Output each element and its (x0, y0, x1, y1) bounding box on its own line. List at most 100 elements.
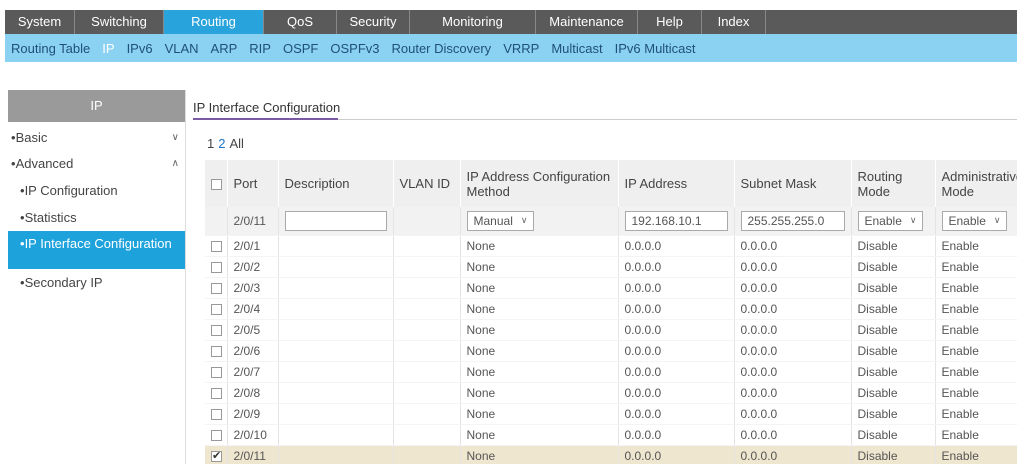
topnav-system[interactable]: System (5, 10, 75, 34)
row-checkbox[interactable] (211, 303, 222, 315)
subnav-ospfv3[interactable]: OSPFv3 (324, 41, 385, 56)
table-row[interactable]: 2/0/5 None 0.0.0.0 0.0.0.0 Disable Enable (205, 319, 1017, 341)
row-ip-address: 0.0.0.0 (618, 235, 735, 257)
edit-row-admin-cell: Enable ∨ (935, 207, 1017, 236)
row-method: None (460, 445, 619, 464)
row-vlan-id (393, 445, 461, 464)
row-routing-mode: Disable (851, 382, 936, 404)
config-method-select[interactable]: Manual ∨ (466, 210, 535, 231)
topnav-filler (766, 10, 1017, 34)
topnav-index[interactable]: Index (702, 10, 766, 34)
edit-row-routing-cell: Enable ∨ (851, 207, 936, 236)
row-vlan-id (393, 424, 461, 446)
table-row[interactable]: 2/0/8 None 0.0.0.0 0.0.0.0 Disable Enable (205, 382, 1017, 404)
row-ip-address: 0.0.0.0 (618, 361, 735, 383)
row-description (278, 298, 394, 320)
header-admin-mode: Administrative Mode (935, 160, 1017, 207)
row-admin-mode: Enable (935, 319, 1017, 341)
table-row[interactable]: 2/0/1 None 0.0.0.0 0.0.0.0 Disable Enable (205, 235, 1017, 257)
chevron-down-icon: ∨ (993, 215, 1001, 226)
subnav-ospf[interactable]: OSPF (277, 41, 324, 56)
header-routing-mode: Routing Mode (851, 160, 936, 207)
row-checkbox[interactable] (211, 387, 222, 399)
routing-mode-select[interactable]: Enable ∨ (857, 210, 924, 231)
topnav-maintenance[interactable]: Maintenance (536, 10, 638, 34)
topnav-qos[interactable]: QoS (264, 10, 337, 34)
table-row[interactable]: 2/0/3 None 0.0.0.0 0.0.0.0 Disable Enable (205, 277, 1017, 299)
table-row[interactable]: 2/0/6 None 0.0.0.0 0.0.0.0 Disable Enable (205, 340, 1017, 362)
edit-row-select (205, 207, 228, 236)
admin-mode-select[interactable]: Enable ∨ (941, 210, 1008, 231)
page-link-all[interactable]: All (229, 136, 243, 151)
table-row[interactable]: 2/0/2 None 0.0.0.0 0.0.0.0 Disable Enable (205, 256, 1017, 278)
row-checkbox[interactable] (211, 261, 222, 273)
row-subnet-mask: 0.0.0.0 (734, 256, 852, 278)
description-input[interactable] (284, 210, 387, 231)
select-all-checkbox[interactable] (211, 179, 222, 191)
topnav-help[interactable]: Help (638, 10, 702, 34)
subnav-routing-table[interactable]: Routing Table (5, 41, 96, 56)
topnav-monitoring[interactable]: Monitoring (410, 10, 536, 34)
table-row[interactable]: 2/0/9 None 0.0.0.0 0.0.0.0 Disable Enable (205, 403, 1017, 425)
row-vlan-id (393, 235, 461, 257)
row-checkbox[interactable] (211, 408, 222, 420)
row-checkbox[interactable] (211, 429, 222, 441)
chevron-up-icon[interactable]: ∧ (172, 151, 179, 177)
row-checkbox[interactable] (211, 324, 222, 336)
row-port: 2/0/6 (227, 340, 279, 362)
subnet-mask-input[interactable] (740, 210, 845, 231)
row-checkbox[interactable] (211, 345, 222, 357)
row-port: 2/0/7 (227, 361, 279, 383)
subnav-vlan[interactable]: VLAN (159, 41, 205, 56)
chevron-down-icon[interactable]: ∨ (172, 125, 179, 151)
table-row[interactable]: 2/0/11None0.0.0.00.0.0.0DisableEnable (205, 445, 1017, 464)
table-row[interactable]: 2/0/4 None 0.0.0.0 0.0.0.0 Disable Enable (205, 298, 1017, 320)
subnav-vrrp[interactable]: VRRP (497, 41, 545, 56)
table-row[interactable]: 2/0/10 None 0.0.0.0 0.0.0.0 Disable Enable (205, 424, 1017, 446)
sidebar-item-ip-configuration[interactable]: •IP Configuration (8, 177, 185, 204)
edit-row-vlan-cell (393, 207, 461, 236)
ip-address-input[interactable] (624, 210, 728, 231)
subnav-arp[interactable]: ARP (205, 41, 244, 56)
row-description (278, 445, 394, 464)
title-underline (193, 118, 338, 120)
row-ip-address: 0.0.0.0 (618, 319, 735, 341)
row-checkbox[interactable] (211, 449, 222, 462)
edit-row-mask-cell (734, 207, 852, 236)
table-row[interactable]: 2/0/7 None 0.0.0.0 0.0.0.0 Disable Enable (205, 361, 1017, 383)
sidebar-item-secondary-ip[interactable]: •Secondary IP (8, 269, 185, 296)
row-routing-mode: Disable (851, 298, 936, 320)
topnav-security[interactable]: Security (337, 10, 410, 34)
row-method: None (460, 340, 619, 362)
row-checkbox[interactable] (211, 366, 222, 378)
subnav-rip[interactable]: RIP (243, 41, 277, 56)
subnav-ipv6-multicast[interactable]: IPv6 Multicast (609, 41, 702, 56)
admin-mode-value: Enable (948, 213, 986, 228)
row-description (278, 403, 394, 425)
subnav-router-discovery[interactable]: Router Discovery (385, 41, 497, 56)
row-ip-address: 0.0.0.0 (618, 277, 735, 299)
sidebar-group-advanced[interactable]: •Advanced ∧ (8, 151, 185, 177)
row-routing-mode: Disable (851, 235, 936, 257)
row-checkbox[interactable] (211, 282, 222, 294)
subnav-ip[interactable]: IP (96, 41, 120, 56)
subnav-ipv6[interactable]: IPv6 (121, 41, 159, 56)
page-link-1[interactable]: 1 (207, 136, 214, 151)
row-routing-mode: Disable (851, 361, 936, 383)
row-checkbox[interactable] (211, 240, 222, 252)
row-admin-mode: Enable (935, 256, 1017, 278)
row-description (278, 256, 394, 278)
topnav-switching[interactable]: Switching (75, 10, 164, 34)
sidebar-group-basic[interactable]: •Basic ∨ (8, 125, 185, 151)
row-vlan-id (393, 382, 461, 404)
row-subnet-mask: 0.0.0.0 (734, 445, 852, 464)
topnav-routing[interactable]: Routing (164, 10, 264, 34)
subnav-multicast[interactable]: Multicast (545, 41, 608, 56)
sidebar-item-ip-interface-configuration[interactable]: •IP Interface Configuration (8, 231, 185, 269)
row-port: 2/0/1 (227, 235, 279, 257)
page-link-2[interactable]: 2 (218, 136, 225, 151)
row-vlan-id (393, 277, 461, 299)
sidebar-item-statistics[interactable]: •Statistics (8, 204, 185, 231)
chevron-down-icon: ∨ (909, 215, 917, 226)
ip-interface-table: Port Description VLAN ID IP Address Conf… (205, 160, 1017, 464)
